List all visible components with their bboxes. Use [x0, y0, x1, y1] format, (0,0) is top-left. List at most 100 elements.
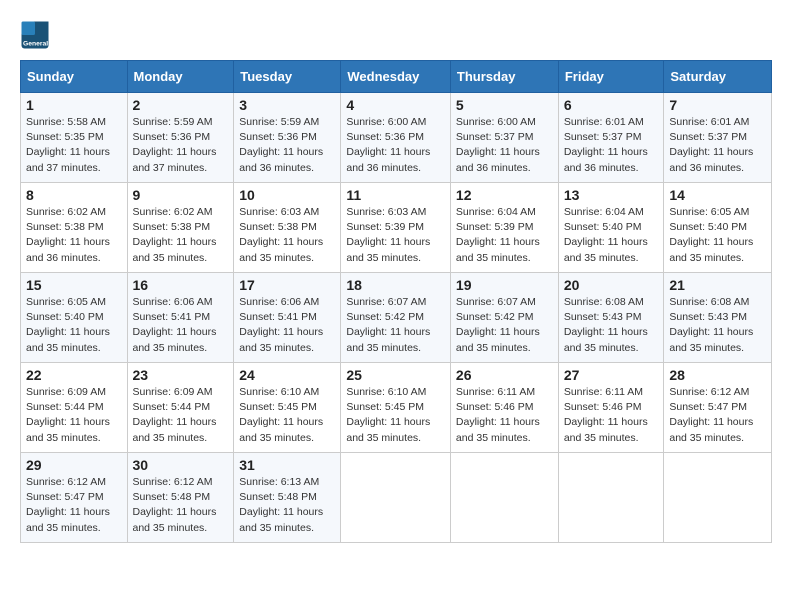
- calendar-cell: 25 Sunrise: 6:10 AM Sunset: 5:45 PM Dayli…: [341, 363, 451, 453]
- logo: General: [20, 20, 55, 50]
- calendar-cell: [341, 453, 451, 543]
- day-number: 18: [346, 277, 445, 293]
- calendar-cell: 13Sunrise: 6:04 AM Sunset: 5:40 PM Dayli…: [558, 183, 664, 273]
- weekday-header: Wednesday: [341, 61, 451, 93]
- day-number: 7: [669, 97, 766, 113]
- day-info: Sunrise: 6:00 AM Sunset: 5:36 PM Dayligh…: [346, 115, 445, 176]
- day-number: 17: [239, 277, 335, 293]
- day-info: Sunrise: 6:03 AM Sunset: 5:38 PM Dayligh…: [239, 205, 335, 266]
- day-number: 2: [133, 97, 229, 113]
- day-info: Sunrise: 6:10 AM Sunset: 5:45 PM Dayligh…: [239, 385, 335, 446]
- day-info: Sunrise: 6:07 AM Sunset: 5:42 PM Dayligh…: [346, 295, 445, 356]
- calendar-cell: [664, 453, 772, 543]
- day-number: 26: [456, 367, 553, 383]
- weekday-header: Tuesday: [234, 61, 341, 93]
- calendar-row: 15 Sunrise: 6:05 AM Sunset: 5:40 PM Dayli…: [21, 273, 772, 363]
- calendar-cell: 29 Sunrise: 6:12 AM Sunset: 5:47 PM Dayli…: [21, 453, 128, 543]
- day-number: 31: [239, 457, 335, 473]
- calendar-cell: 27 Sunrise: 6:11 AM Sunset: 5:46 PM Dayli…: [558, 363, 664, 453]
- day-number: 23: [133, 367, 229, 383]
- day-number: 11: [346, 187, 445, 203]
- day-number: 4: [346, 97, 445, 113]
- day-number: 8: [26, 187, 122, 203]
- weekday-header: Friday: [558, 61, 664, 93]
- day-number: 19: [456, 277, 553, 293]
- calendar-cell: 2 Sunrise: 5:59 AM Sunset: 5:36 PM Daylig…: [127, 93, 234, 183]
- day-info: Sunrise: 6:02 AM Sunset: 5:38 PM Dayligh…: [26, 205, 122, 266]
- calendar-cell: 31 Sunrise: 6:13 AM Sunset: 5:48 PM Dayli…: [234, 453, 341, 543]
- day-info: Sunrise: 6:04 AM Sunset: 5:40 PM Dayligh…: [564, 205, 659, 266]
- day-info: Sunrise: 6:05 AM Sunset: 5:40 PM Dayligh…: [669, 205, 766, 266]
- day-info: Sunrise: 6:06 AM Sunset: 5:41 PM Dayligh…: [133, 295, 229, 356]
- calendar-cell: 11Sunrise: 6:03 AM Sunset: 5:39 PM Dayli…: [341, 183, 451, 273]
- day-info: Sunrise: 6:09 AM Sunset: 5:44 PM Dayligh…: [26, 385, 122, 446]
- day-info: Sunrise: 6:01 AM Sunset: 5:37 PM Dayligh…: [564, 115, 659, 176]
- day-info: Sunrise: 6:06 AM Sunset: 5:41 PM Dayligh…: [239, 295, 335, 356]
- day-number: 1: [26, 97, 122, 113]
- day-number: 14: [669, 187, 766, 203]
- calendar-cell: 16 Sunrise: 6:06 AM Sunset: 5:41 PM Dayli…: [127, 273, 234, 363]
- calendar-cell: 6Sunrise: 6:01 AM Sunset: 5:37 PM Daylig…: [558, 93, 664, 183]
- day-info: Sunrise: 5:59 AM Sunset: 5:36 PM Dayligh…: [133, 115, 229, 176]
- day-info: Sunrise: 5:58 AM Sunset: 5:35 PM Dayligh…: [26, 115, 122, 176]
- calendar-header: SundayMondayTuesdayWednesdayThursdayFrid…: [21, 61, 772, 93]
- day-info: Sunrise: 6:08 AM Sunset: 5:43 PM Dayligh…: [669, 295, 766, 356]
- day-number: 15: [26, 277, 122, 293]
- day-info: Sunrise: 6:05 AM Sunset: 5:40 PM Dayligh…: [26, 295, 122, 356]
- calendar-cell: 4 Sunrise: 6:00 AM Sunset: 5:36 PM Daylig…: [341, 93, 451, 183]
- day-info: Sunrise: 6:12 AM Sunset: 5:48 PM Dayligh…: [133, 475, 229, 536]
- weekday-header: Monday: [127, 61, 234, 93]
- weekday-header: Thursday: [450, 61, 558, 93]
- calendar-cell: 28 Sunrise: 6:12 AM Sunset: 5:47 PM Dayli…: [664, 363, 772, 453]
- day-info: Sunrise: 6:07 AM Sunset: 5:42 PM Dayligh…: [456, 295, 553, 356]
- calendar-cell: 30Sunrise: 6:12 AM Sunset: 5:48 PM Dayli…: [127, 453, 234, 543]
- weekday-header: Saturday: [664, 61, 772, 93]
- calendar-cell: 9 Sunrise: 6:02 AM Sunset: 5:38 PM Daylig…: [127, 183, 234, 273]
- day-info: Sunrise: 6:12 AM Sunset: 5:47 PM Dayligh…: [669, 385, 766, 446]
- day-number: 28: [669, 367, 766, 383]
- calendar-cell: [450, 453, 558, 543]
- day-info: Sunrise: 6:10 AM Sunset: 5:45 PM Dayligh…: [346, 385, 445, 446]
- calendar-cell: 20Sunrise: 6:08 AM Sunset: 5:43 PM Dayli…: [558, 273, 664, 363]
- day-info: Sunrise: 6:04 AM Sunset: 5:39 PM Dayligh…: [456, 205, 553, 266]
- day-info: Sunrise: 6:12 AM Sunset: 5:47 PM Dayligh…: [26, 475, 122, 536]
- weekday-header: Sunday: [21, 61, 128, 93]
- calendar-cell: 10 Sunrise: 6:03 AM Sunset: 5:38 PM Dayli…: [234, 183, 341, 273]
- day-number: 25: [346, 367, 445, 383]
- day-info: Sunrise: 6:11 AM Sunset: 5:46 PM Dayligh…: [564, 385, 659, 446]
- day-number: 9: [133, 187, 229, 203]
- day-number: 3: [239, 97, 335, 113]
- calendar-cell: 12 Sunrise: 6:04 AM Sunset: 5:39 PM Dayli…: [450, 183, 558, 273]
- calendar-cell: 14 Sunrise: 6:05 AM Sunset: 5:40 PM Dayli…: [664, 183, 772, 273]
- calendar-row: 29 Sunrise: 6:12 AM Sunset: 5:47 PM Dayli…: [21, 453, 772, 543]
- day-info: Sunrise: 6:13 AM Sunset: 5:48 PM Dayligh…: [239, 475, 335, 536]
- day-number: 21: [669, 277, 766, 293]
- day-number: 12: [456, 187, 553, 203]
- day-number: 5: [456, 97, 553, 113]
- calendar-cell: [558, 453, 664, 543]
- calendar-body: 1 Sunrise: 5:58 AM Sunset: 5:35 PM Daylig…: [21, 93, 772, 543]
- calendar-cell: 17 Sunrise: 6:06 AM Sunset: 5:41 PM Dayli…: [234, 273, 341, 363]
- day-info: Sunrise: 6:08 AM Sunset: 5:43 PM Dayligh…: [564, 295, 659, 356]
- calendar-cell: 15 Sunrise: 6:05 AM Sunset: 5:40 PM Dayli…: [21, 273, 128, 363]
- day-number: 10: [239, 187, 335, 203]
- calendar-cell: 22Sunrise: 6:09 AM Sunset: 5:44 PM Dayli…: [21, 363, 128, 453]
- calendar-cell: 23 Sunrise: 6:09 AM Sunset: 5:44 PM Dayli…: [127, 363, 234, 453]
- day-number: 29: [26, 457, 122, 473]
- svg-text:General: General: [23, 41, 48, 48]
- calendar-cell: 24 Sunrise: 6:10 AM Sunset: 5:45 PM Dayli…: [234, 363, 341, 453]
- calendar-cell: 1 Sunrise: 5:58 AM Sunset: 5:35 PM Daylig…: [21, 93, 128, 183]
- day-number: 16: [133, 277, 229, 293]
- calendar-cell: 21 Sunrise: 6:08 AM Sunset: 5:43 PM Dayli…: [664, 273, 772, 363]
- day-number: 27: [564, 367, 659, 383]
- calendar-cell: 5Sunrise: 6:00 AM Sunset: 5:37 PM Daylig…: [450, 93, 558, 183]
- calendar-cell: 19 Sunrise: 6:07 AM Sunset: 5:42 PM Dayli…: [450, 273, 558, 363]
- day-info: Sunrise: 6:02 AM Sunset: 5:38 PM Dayligh…: [133, 205, 229, 266]
- calendar-row: 1 Sunrise: 5:58 AM Sunset: 5:35 PM Daylig…: [21, 93, 772, 183]
- calendar-cell: 26Sunrise: 6:11 AM Sunset: 5:46 PM Dayli…: [450, 363, 558, 453]
- day-info: Sunrise: 5:59 AM Sunset: 5:36 PM Dayligh…: [239, 115, 335, 176]
- logo-icon: General: [20, 20, 50, 50]
- calendar-row: 8 Sunrise: 6:02 AM Sunset: 5:38 PM Daylig…: [21, 183, 772, 273]
- day-info: Sunrise: 6:09 AM Sunset: 5:44 PM Dayligh…: [133, 385, 229, 446]
- day-number: 24: [239, 367, 335, 383]
